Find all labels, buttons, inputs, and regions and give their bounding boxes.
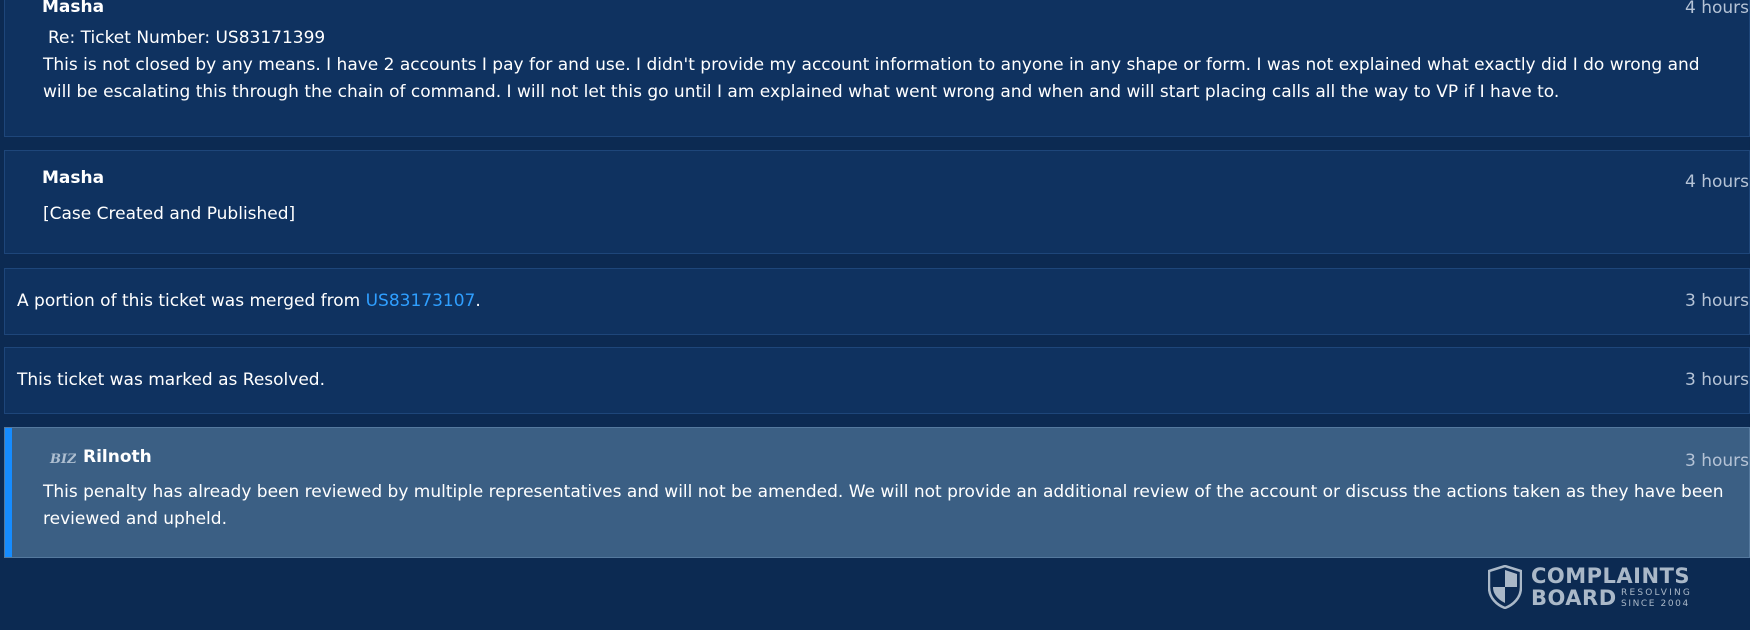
message-author[interactable]: Masha (42, 0, 104, 17)
complaints-board-watermark: COMPLAINTS BOARD RESOLVING SINCE 2004 (1488, 564, 1708, 612)
event-text: This ticket was marked as Resolved. (17, 370, 325, 390)
message-card: Masha 4 hours Re: Ticket Number: US83171… (4, 0, 1750, 137)
staff-accent-bar (5, 428, 12, 557)
staff-reply-card: BIZZ Rilnoth 3 hours This penalty has al… (4, 427, 1750, 558)
event-text: A portion of this ticket was merged from… (17, 288, 481, 315)
watermark-tagline-1: RESOLVING (1621, 588, 1693, 598)
staff-icon-text: BIZZ (49, 452, 76, 467)
message-subject: Re: Ticket Number: US83171399 (48, 28, 326, 48)
event-timestamp: 3 hours (1684, 291, 1749, 311)
staff-reply-body: This penalty has already been reviewed b… (43, 482, 1724, 529)
message-body-line: This is not closed by any means. I have … (43, 55, 1700, 75)
watermark-word-2: BOARD (1531, 586, 1617, 610)
event-text-prefix: A portion of this ticket was merged from (17, 291, 366, 311)
watermark-tagline-2: SINCE 2004 (1621, 599, 1690, 609)
message-author[interactable]: Masha (42, 168, 104, 188)
message-timestamp: 4 hours (1684, 172, 1749, 192)
blizzard-staff-icon: BIZZ (49, 452, 76, 467)
staff-timestamp: 3 hours (1684, 451, 1749, 471)
event-timestamp: 3 hours (1684, 370, 1749, 390)
event-card: This ticket was marked as Resolved. 3 ho… (4, 347, 1750, 414)
event-card: A portion of this ticket was merged from… (4, 268, 1750, 335)
message-card: Masha 4 hours [Case Created and Publishe… (4, 150, 1750, 254)
message-body-line: will be escalating this through the chai… (43, 82, 1560, 102)
event-text-suffix: . (475, 291, 481, 311)
message-timestamp: 4 hours (1684, 0, 1749, 18)
message-body: [Case Created and Published] (43, 204, 296, 224)
staff-author[interactable]: Rilnoth (83, 447, 152, 467)
watermark-word-1: COMPLAINTS (1531, 564, 1691, 588)
merged-ticket-link[interactable]: US83173107 (366, 291, 476, 311)
shield-icon (1488, 565, 1522, 609)
